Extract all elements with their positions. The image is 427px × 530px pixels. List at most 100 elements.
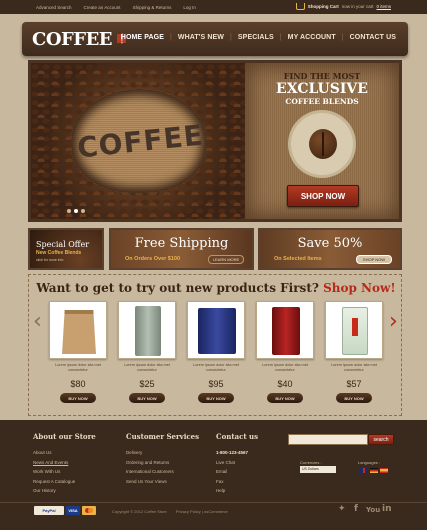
flag-de-icon[interactable] — [370, 468, 378, 473]
cart-icon — [295, 3, 305, 10]
product-desc: Lorem ipsum dolor sita met consectetur — [331, 363, 377, 372]
hero-slider[interactable]: COFFEE FIND THE MOST EXCLUSIVE COFFEE BL… — [28, 60, 402, 222]
promo-title: Special Offer — [36, 240, 90, 249]
slider-dots — [67, 209, 85, 213]
footer-heading: About our Store — [33, 432, 96, 441]
nav-whats-new[interactable]: WHAT'S NEW — [178, 34, 224, 41]
paypal-icon: PayPal — [34, 506, 64, 515]
footer-link[interactable]: Email — [216, 469, 258, 474]
logo[interactable]: COFFEE — [32, 29, 113, 50]
product-image[interactable] — [118, 301, 176, 359]
currency-select[interactable]: US Dollars — [300, 466, 336, 473]
footer-link[interactable]: About Us — [33, 450, 96, 455]
product-image[interactable] — [49, 301, 107, 359]
cart-text: now in your cart — [341, 4, 374, 9]
nav-my-account[interactable]: MY ACCOUNT — [288, 34, 336, 41]
nav-home[interactable]: HOME PAGE — [121, 34, 164, 41]
promo-free-shipping[interactable]: Free Shipping On Orders Over $100 LEARN … — [109, 228, 254, 270]
silver-bag-image — [135, 306, 161, 356]
footer-link[interactable]: Fax — [216, 479, 258, 484]
privacy-link[interactable]: Privacy Policy — [176, 509, 201, 514]
footer-customer-services: Customer Services Delivery Ordering and … — [126, 432, 199, 488]
footer-link[interactable]: Our History — [33, 488, 96, 493]
search-button[interactable]: search — [368, 434, 394, 445]
buy-now-button[interactable]: BUY NOW — [60, 393, 96, 403]
product-image[interactable] — [187, 301, 245, 359]
footer-link[interactable]: International Customers — [126, 469, 199, 474]
cart-items-link[interactable]: 0 items — [376, 4, 391, 9]
blue-bag-image — [198, 308, 236, 354]
login-link[interactable]: Log In — [183, 5, 196, 10]
hero-line2: EXCLUSIVE — [276, 81, 368, 97]
footer-link[interactable]: Ordering and Returns — [126, 460, 199, 465]
mastercard-icon — [82, 506, 96, 515]
footer-link[interactable]: Send Us Your Views — [126, 479, 199, 484]
nav-separator: | — [279, 34, 282, 41]
kraft-bag-image — [62, 310, 96, 354]
header: COFFEE STORE HOME PAGE | WHAT'S NEW | SP… — [22, 22, 408, 56]
create-account-link[interactable]: Create an Account — [84, 5, 121, 10]
twitter-icon[interactable]: ✦ — [338, 504, 346, 514]
footer-link[interactable]: Live Chat — [216, 460, 258, 465]
learn-more-button[interactable]: LEARN MORE — [208, 255, 244, 264]
hero-panel: FIND THE MOST EXCLUSIVE COFFEE BLENDS SH… — [245, 63, 399, 219]
footer-link[interactable]: Help — [216, 488, 258, 493]
nav-specials[interactable]: SPECIALS — [238, 34, 274, 41]
products-heading-text: Want to get to try out new products Firs… — [36, 281, 319, 295]
hero-line1: FIND THE MOST — [283, 71, 361, 81]
slider-dot-active[interactable] — [74, 209, 78, 213]
promo-subtitle: New Coffee Blends — [36, 250, 82, 256]
products-section: Want to get to try out new products Firs… — [28, 274, 402, 416]
promo-save-50[interactable]: Save 50% On Selected Items SHOP NOW — [258, 228, 402, 270]
slider-dot[interactable] — [81, 209, 85, 213]
promo-title: Free Shipping — [134, 236, 229, 251]
footer-link[interactable]: Work With Us — [33, 469, 96, 474]
buy-now-button[interactable]: BUY NOW — [336, 393, 372, 403]
product-desc: Lorem ipsum dolor sita met consectetur — [55, 363, 101, 372]
footer-link[interactable]: Delivery — [126, 450, 199, 455]
footer-about: About our Store About Us News And Events… — [33, 432, 96, 498]
buy-now-button[interactable]: BUY NOW — [129, 393, 165, 403]
hero-image: COFFEE — [31, 63, 245, 219]
footer-heading: Contact us — [216, 432, 259, 441]
product-card: Lorem ipsum dolor sita met consectetur $… — [187, 301, 245, 413]
shipping-returns-link[interactable]: Shipping & Returns — [133, 5, 172, 10]
facebook-icon[interactable]: f — [354, 504, 358, 514]
product-image[interactable] — [325, 301, 383, 359]
carousel-prev-icon[interactable]: ‹ — [33, 311, 42, 333]
flag-es-icon[interactable] — [380, 468, 388, 473]
product-desc: Lorem ipsum dolor sita met consectetur — [262, 363, 308, 372]
flag-uk-icon[interactable] — [360, 468, 368, 473]
promo-special-offer[interactable]: Special Offer New Coffee Blends click fo… — [28, 228, 104, 270]
product-card: Lorem ipsum dolor sita met consectetur $… — [49, 301, 107, 413]
linkedin-icon[interactable]: in — [382, 504, 392, 514]
product-price: $95 — [208, 379, 224, 389]
buy-now-button[interactable]: BUY NOW — [267, 393, 303, 403]
slider-dot[interactable] — [67, 209, 71, 213]
oscommerce-link[interactable]: osCommerce — [204, 509, 228, 514]
product-price: $25 — [139, 379, 155, 389]
product-card: Lorem ipsum dolor sita met consectetur $… — [256, 301, 314, 413]
shopping-cart[interactable]: Shopping Cart now in your cart 0 items — [295, 3, 391, 10]
nav-contact-us[interactable]: CONTACT US — [350, 34, 396, 41]
search-input[interactable] — [288, 434, 368, 445]
youtube-icon[interactable]: You — [366, 506, 380, 514]
buy-now-button[interactable]: BUY NOW — [198, 393, 234, 403]
footer-link[interactable]: News And Events — [33, 460, 96, 465]
top-bar: Advanced Search Create an Account Shippi… — [0, 0, 427, 14]
footer-link[interactable]: Request A Catalogue — [33, 479, 96, 484]
hero-shop-now-button[interactable]: SHOP NOW — [287, 185, 359, 207]
products-heading-accent[interactable]: Shop Now! — [323, 281, 396, 295]
product-image[interactable] — [256, 301, 314, 359]
advanced-search-link[interactable]: Advanced Search — [36, 5, 72, 10]
promo-shop-now-button[interactable]: SHOP NOW — [356, 255, 392, 264]
promo-title: Save 50% — [297, 236, 363, 251]
promo-subtitle: On Selected Items — [274, 256, 322, 262]
product-desc: Lorem ipsum dolor sita met consectetur — [124, 363, 170, 372]
promo-note: click for more info — [36, 258, 64, 262]
nav-separator: | — [341, 34, 344, 41]
footer-divider — [0, 502, 427, 503]
red-bag-image — [272, 307, 300, 355]
cart-label: Shopping Cart — [307, 4, 339, 9]
carousel-next-icon[interactable]: › — [389, 311, 398, 333]
